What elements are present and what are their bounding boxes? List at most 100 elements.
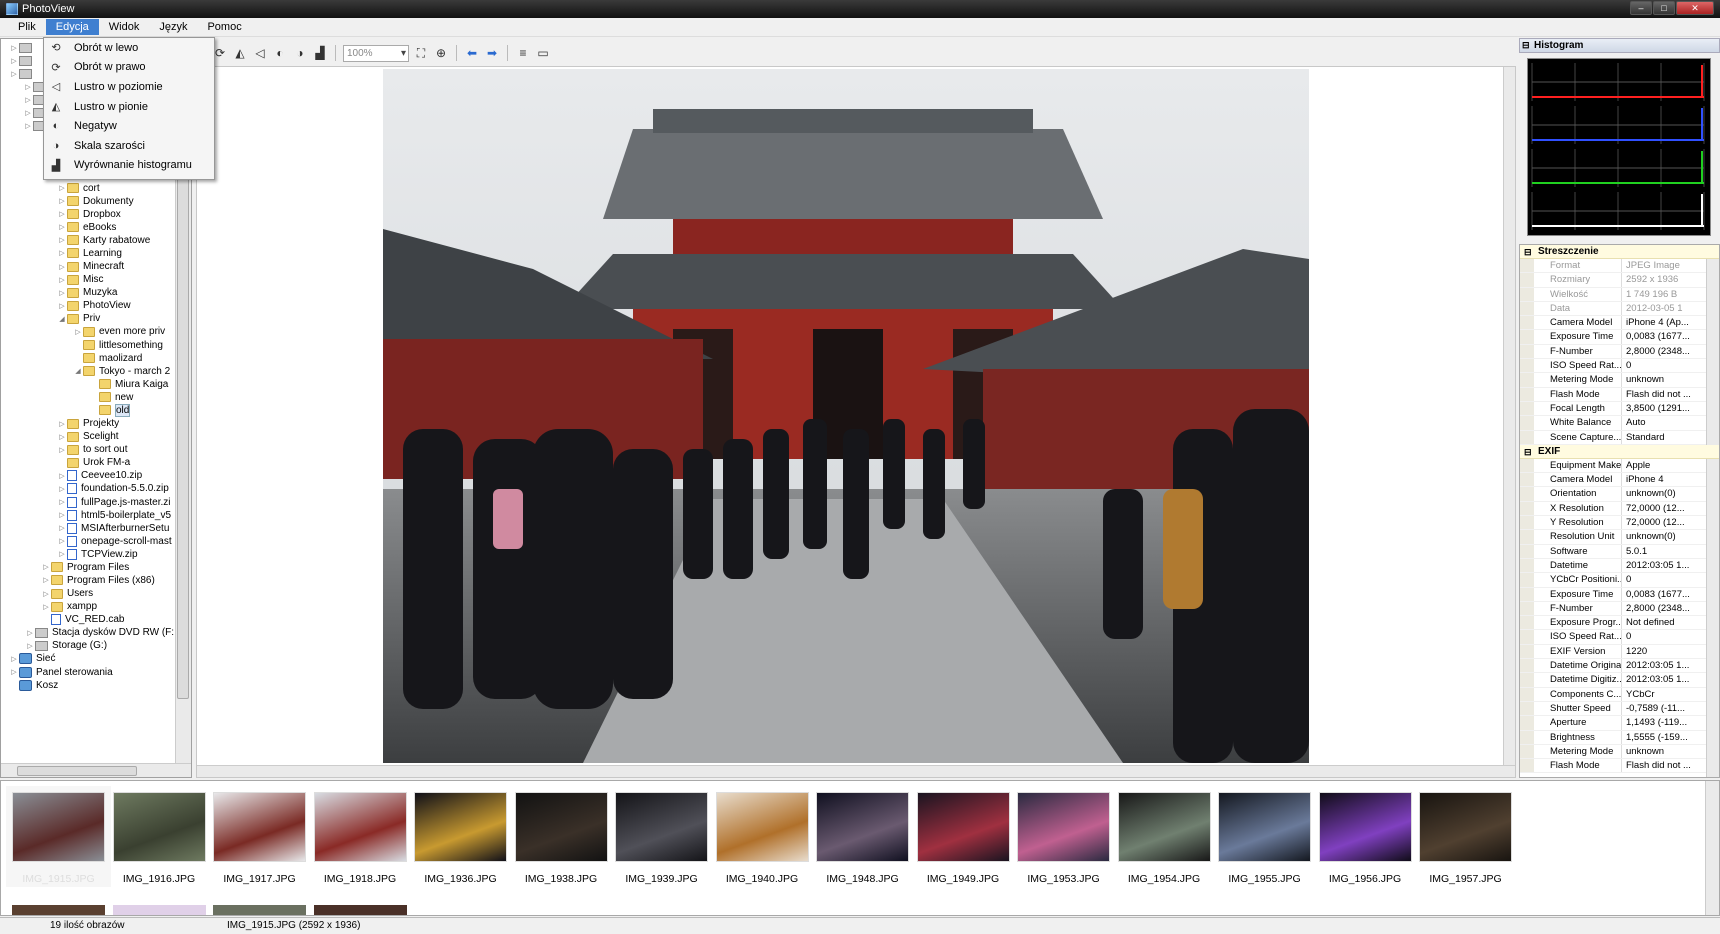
tree-item[interactable]: ▷ Muzyka (57, 286, 117, 300)
thumbnail[interactable]: IMG_1949.JPG (911, 786, 1016, 887)
expand-arrow-icon[interactable]: ▷ (57, 511, 67, 519)
expand-arrow-icon[interactable]: ▷ (57, 485, 67, 493)
expand-arrow-icon[interactable]: ▷ (41, 603, 51, 611)
thumbnail[interactable]: IMG_1936.JPG (408, 786, 513, 887)
property-row[interactable]: Y Resolution 72,0000 (12... (1520, 516, 1719, 531)
menu-2[interactable]: Widok (99, 19, 150, 35)
tree-item[interactable]: ▷ PhotoView (57, 299, 130, 313)
fullscreen-icon[interactable]: ▭ (535, 45, 551, 61)
menu-0[interactable]: Plik (8, 19, 46, 35)
property-row[interactable]: Equipment Make Apple (1520, 458, 1719, 474)
tree-horizontal-scrollbar[interactable] (1, 763, 191, 777)
expand-arrow-icon[interactable]: ▷ (57, 537, 67, 545)
tree-item[interactable]: ▷ Dropbox (57, 207, 121, 221)
tree-item[interactable]: ▷ xampp (41, 600, 97, 614)
menu-1[interactable]: Edycja (45, 19, 99, 35)
tree-item[interactable]: ▷ Ceevee10.zip (57, 469, 142, 483)
negative-icon[interactable]: ◐ (272, 45, 288, 61)
edit-menu-item[interactable]: ◁ Lustro w poziomie (44, 77, 214, 97)
property-row[interactable]: Aperture 1,1493 (-119... (1520, 716, 1719, 731)
tree-item[interactable]: VC_RED.cab (41, 613, 124, 627)
tree-item[interactable]: ▷ Users (41, 587, 93, 601)
expand-arrow-icon[interactable]: ▷ (41, 576, 51, 584)
thumbnail[interactable]: IMG_1948.JPG (810, 786, 915, 887)
property-section-header[interactable]: EXIF (1520, 444, 1719, 459)
expand-arrow-icon[interactable]: ▷ (23, 109, 33, 117)
flip-vertical-icon[interactable]: ◭ (232, 45, 248, 61)
property-row[interactable]: Metering Mode unknown (1520, 373, 1719, 388)
property-row[interactable]: Datetime Original 2012:03:05 1... (1520, 659, 1719, 674)
property-row[interactable]: Flash Mode Flash did not ... (1520, 387, 1719, 402)
tree-item[interactable]: ▷ Stacja dysków DVD RW (F: (25, 626, 174, 640)
thumbnail-image[interactable] (213, 905, 306, 915)
expand-arrow-icon[interactable]: ▷ (57, 289, 67, 297)
grayscale-icon[interactable]: ◑ (292, 45, 308, 61)
tree-item[interactable]: littlesomething (73, 338, 163, 352)
tree-item[interactable]: ▷ Karty rabatowe (57, 233, 150, 247)
tree-item[interactable]: ▷ Storage (G:) (25, 639, 107, 653)
tree-item[interactable]: ▷ foundation-5.5.0.zip (57, 482, 169, 496)
properties-scrollbar[interactable] (1706, 245, 1719, 777)
histogram-equalize-icon[interactable]: ▟ (312, 45, 328, 61)
edit-menu-item[interactable]: ◐ Negatyw (44, 116, 214, 136)
expand-arrow-icon[interactable]: ▷ (57, 472, 67, 480)
expand-arrow-icon[interactable]: ▷ (73, 328, 83, 336)
property-row[interactable]: Camera Model iPhone 4 (1520, 473, 1719, 488)
expand-arrow-icon[interactable]: ▷ (9, 655, 19, 663)
tree-item[interactable]: ▷ (9, 54, 36, 68)
tree-item[interactable]: ◢ Priv (57, 312, 100, 326)
expand-arrow-icon[interactable]: ▷ (23, 83, 33, 91)
expand-arrow-icon[interactable]: ▷ (57, 433, 67, 441)
tree-item[interactable]: ▷ eBooks (57, 220, 116, 234)
thumbnail[interactable]: IMG_1955.JPG (1212, 786, 1317, 887)
property-row[interactable]: Exposure Time 0,0083 (1677... (1520, 330, 1719, 345)
thumbnail-strip[interactable]: IMG_1915.JPG IMG_1916.JPG IMG_1917.JPG IMG_… (0, 780, 1720, 916)
tree-item[interactable]: old (89, 403, 131, 417)
fit-window-icon[interactable]: ⛶ (413, 45, 429, 61)
thumbnail-image[interactable] (313, 905, 407, 915)
thumbnail-image[interactable] (12, 905, 105, 915)
minimize-button[interactable]: – (1630, 1, 1652, 15)
property-row[interactable]: Datetime Digitiz... 2012:03:05 1... (1520, 673, 1719, 688)
tree-item[interactable]: new (89, 390, 133, 404)
tree-item[interactable]: ▷ html5-boilerplate_v5 (57, 508, 171, 522)
tree-item[interactable]: ▷ Program Files (x86) (41, 573, 155, 587)
edit-menu-item[interactable]: ◑ Skala szarości (44, 136, 214, 156)
viewer-horizontal-scrollbar[interactable] (197, 765, 1515, 777)
expand-arrow-icon[interactable]: ▷ (57, 302, 67, 310)
thumbnail[interactable]: IMG_1917.JPG (207, 786, 312, 887)
property-row[interactable]: Shutter Speed -0,7589 (-11... (1520, 701, 1719, 717)
edit-menu-item[interactable]: ▟ Wyrównanie histogramu (44, 156, 214, 176)
expand-arrow-icon[interactable]: ▷ (57, 197, 67, 205)
property-row[interactable]: Flash Mode Flash did not ... (1520, 759, 1719, 774)
property-row[interactable]: Software 5.0.1 (1520, 544, 1719, 559)
tree-item[interactable]: maolizard (73, 351, 142, 365)
tree-item[interactable]: ▷ Learning (57, 246, 122, 260)
expand-arrow-icon[interactable]: ▷ (9, 70, 19, 78)
property-row[interactable]: YCbCr Positioni... 0 (1520, 573, 1719, 588)
menu-4[interactable]: Pomoc (197, 19, 251, 35)
expand-arrow-icon[interactable]: ▷ (9, 57, 19, 65)
actual-size-icon[interactable]: ⊕ (433, 45, 449, 61)
expand-arrow-icon[interactable]: ◢ (57, 315, 67, 323)
tree-item[interactable]: ▷ Panel sterowania (9, 665, 113, 679)
edit-menu-item[interactable]: ⟲ Obrót w lewo (44, 38, 214, 58)
expand-arrow-icon[interactable]: ▷ (57, 263, 67, 271)
maximize-button[interactable]: □ (1653, 1, 1675, 15)
thumbnail[interactable]: IMG_1916.JPG (107, 786, 212, 887)
expand-arrow-icon[interactable]: ▷ (57, 420, 67, 428)
tree-item[interactable]: ▷ cort (57, 181, 99, 195)
property-row[interactable]: Wielkość 1 749 196 B (1520, 287, 1719, 302)
property-row[interactable]: Exposure Progr... Not defined (1520, 616, 1719, 631)
tree-item[interactable]: ▷ onepage-scroll-mast (57, 534, 172, 548)
property-row[interactable]: EXIF Version 1220 (1520, 644, 1719, 660)
tree-item[interactable]: ▷ (9, 67, 36, 81)
tree-item[interactable]: Kosz (9, 678, 58, 692)
thumbnail[interactable]: IMG_1957.JPG (1413, 786, 1518, 887)
tree-item[interactable]: ▷ Minecraft (57, 260, 124, 274)
flip-horizontal-icon[interactable]: ◁ (252, 45, 268, 61)
tree-item[interactable]: ▷ Scelight (57, 430, 118, 444)
property-row[interactable]: Camera Model iPhone 4 (Ap... (1520, 316, 1719, 331)
tree-item[interactable]: ▷ (9, 41, 36, 55)
thumbnail[interactable]: IMG_1915.JPG (6, 786, 111, 887)
